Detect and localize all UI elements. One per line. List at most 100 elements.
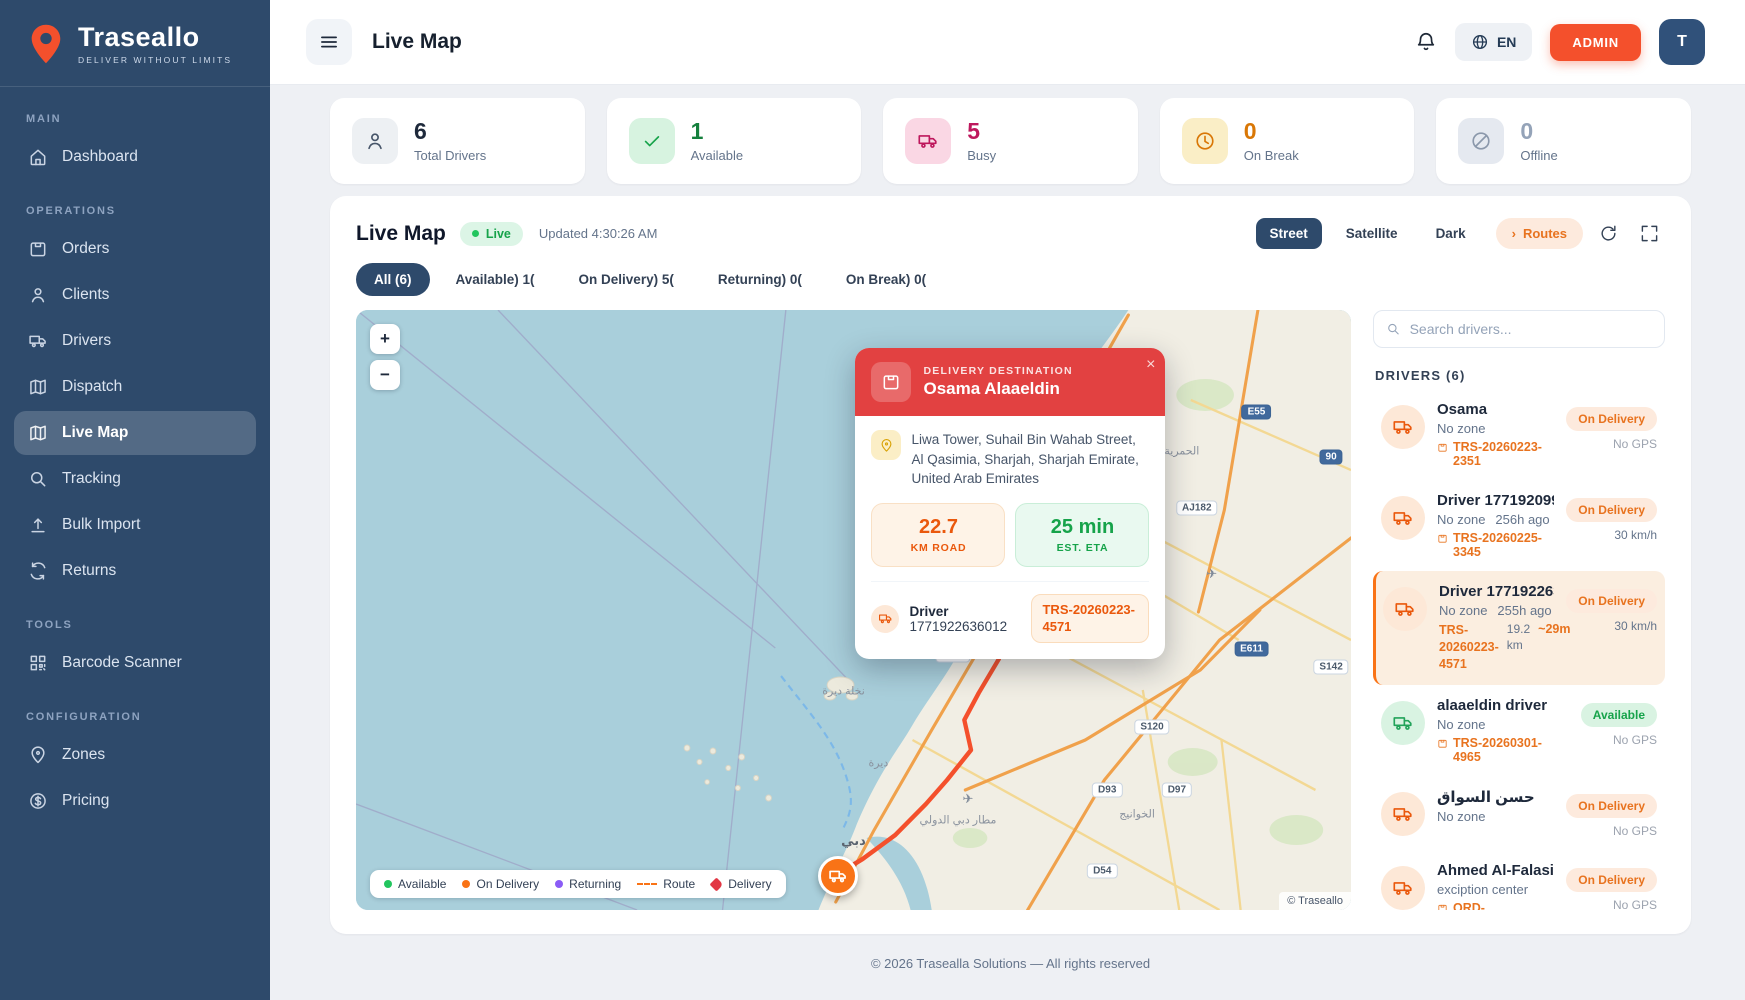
on-delivery-dot-icon [462,880,471,888]
stat-label: Total Drivers [414,147,487,163]
search-input[interactable] [1409,321,1652,337]
speed: 30 km/h [1614,528,1657,542]
driver-row-1771922636-selected[interactable]: Driver 1771922636... No zone255h ago TRS… [1373,571,1665,685]
notifications-button[interactable] [1415,31,1437,53]
popup-customer-name: Osama Alaaeldin [923,379,1060,398]
fullscreen-button[interactable] [1634,218,1665,249]
stat-value: 1 [690,118,704,145]
view-button-dark[interactable]: Dark [1422,218,1480,249]
sidebar-item-label: Barcode Scanner [62,654,182,671]
order-id[interactable]: TRS-20260225-3345 [1437,531,1554,559]
order-id[interactable]: TRS-20260223-2351 [1437,440,1554,468]
route-distance: 19.2 km [1506,622,1531,652]
status-badge: On Delivery [1566,589,1657,613]
stat-value: 0 [1243,118,1257,145]
popup-address: Liwa Tower, Suhail Bin Wahab Street, Al … [911,432,1139,487]
admin-button[interactable]: ADMIN [1550,23,1641,61]
truck-icon [1381,496,1425,540]
filter-tab-on-delivery[interactable]: On Delivery) 5( [561,263,692,296]
close-icon[interactable]: × [1146,356,1155,374]
truck-icon [871,604,900,633]
sidebar-item-zones[interactable]: Zones [14,733,256,777]
sidebar-item-label: Dashboard [62,148,138,165]
truck-icon [828,870,846,883]
popup-order-badge[interactable]: TRS-20260223-4571 [1031,593,1150,644]
sidebar-item-drivers[interactable]: Drivers [14,319,256,363]
sidebar-item-live-map[interactable]: Live Map [14,411,256,455]
qr-code-icon [30,655,46,671]
driver-row-alaaeldin[interactable]: alaaeldin driver No zone TRS-20260301-49… [1373,685,1665,776]
check-icon [644,136,659,147]
filter-tab-on-break[interactable]: On Break) 0( [828,263,944,296]
routes-button[interactable]: › Routes [1495,218,1583,249]
sidebar-item-returns[interactable]: Returns [14,549,256,593]
status-badge: On Delivery [1566,498,1657,522]
zoom-out-button[interactable]: − [370,360,400,390]
refresh-map-button[interactable] [1593,218,1624,249]
filter-tab-returning[interactable]: Returning) 0( [700,263,820,296]
menu-toggle-button[interactable] [306,19,352,65]
view-button-satellite[interactable]: Satellite [1332,218,1412,249]
sidebar-item-pricing[interactable]: Pricing [14,779,256,823]
gps-status: No GPS [1612,897,1657,910]
sidebar-item-tracking[interactable]: Tracking [14,457,256,501]
sidebar-item-label: Bulk Import [62,516,141,533]
language-button[interactable]: EN [1454,23,1533,61]
sidebar-item-label: Drivers [62,332,112,349]
zoom-in-button[interactable]: + [370,324,400,354]
sidebar-item-bulk-import[interactable]: Bulk Import [14,503,256,547]
package-icon [871,362,912,402]
driver-search[interactable] [1373,310,1665,348]
stat-card-total-drivers: 6 Total Drivers [330,98,585,184]
search-icon [31,472,46,487]
popup-driver-label: Driver [909,603,949,619]
brand-logo[interactable]: Traseallo DELIVER WITHOUT LIMITS [0,0,270,87]
order-id[interactable]: TRS-20260301-4965 [1437,736,1569,764]
filter-tab-all[interactable]: All (6) [356,263,430,296]
gps-status: No GPS [1612,823,1657,838]
popup-eta: 25 min EST. ETA [1015,502,1150,567]
sidebar-item-barcode-scanner[interactable]: Barcode Scanner [14,641,256,685]
delivery-tag-icon [709,876,724,892]
drivers-panel: DRIVERS (6) Osama No zone TRS-20260223-2… [1373,310,1665,910]
status-badge: Available [1580,702,1657,727]
order-id[interactable]: ORD-MMDISV2A- [1437,901,1554,910]
sidebar-item-dispatch[interactable]: Dispatch [14,365,256,409]
gps-status: No GPS [1612,732,1657,747]
filter-tab-available[interactable]: Available) 1( [438,263,553,296]
map-zoom-controls: + − [370,324,400,390]
driver-row-hassan[interactable]: حسن السواق No zone On Delivery No GPS [1373,776,1665,850]
driver-truck-marker[interactable] [817,856,858,897]
sidebar-item-dashboard[interactable]: Dashboard [14,135,256,179]
brand-tagline: DELIVER WITHOUT LIMITS [78,54,233,65]
stat-value: 5 [967,118,980,145]
globe-icon [1472,34,1487,50]
language-label: EN [1496,34,1517,50]
returning-dot-icon [555,880,564,888]
section-label-tools: TOOLS [26,619,73,631]
section-label-operations: OPERATIONS [26,205,116,217]
sidebar-item-label: Clients [62,286,110,303]
driver-row-1771920997[interactable]: Driver 1771920997... No zone256h ago TRS… [1373,480,1665,571]
popup-distance: 22.7 KM ROAD [871,502,1006,567]
driver-row-osama[interactable]: Osama No zone TRS-20260223-2351 On Deliv… [1373,389,1665,480]
user-avatar[interactable]: T [1659,19,1705,65]
map-canvas[interactable]: E55 الحمرية AJ182 90 S108 الشارقة E611 S… [356,310,1351,910]
sidebar-item-orders[interactable]: Orders [14,227,256,271]
view-button-street[interactable]: Street [1255,218,1322,249]
sidebar-item-clients[interactable]: Clients [14,273,256,317]
slash-circle-icon [1472,132,1490,150]
refresh-icon [1601,225,1616,241]
stat-value: 0 [1520,118,1534,145]
footer-copyright: © 2026 Trasealla Solutions — All rights … [870,956,1151,971]
sidebar-item-label: Live Map [62,424,129,441]
location-pin-icon [871,430,902,460]
hamburger-icon [321,36,337,48]
popup-driver-id: 1771922636012 [909,618,1008,634]
sidebar-item-label: Dispatch [62,378,123,395]
topbar: Live Map EN ADMIN T [270,0,1745,84]
driver-row-ahmed[interactable]: Ahmed Al-Falasi exciption center ORD-MMD… [1373,850,1665,910]
package-icon [30,242,46,257]
sidebar: Traseallo DELIVER WITHOUT LIMITS MAIN Da… [0,0,270,1000]
order-id[interactable]: TRS-20260223-4571 [1439,622,1499,673]
